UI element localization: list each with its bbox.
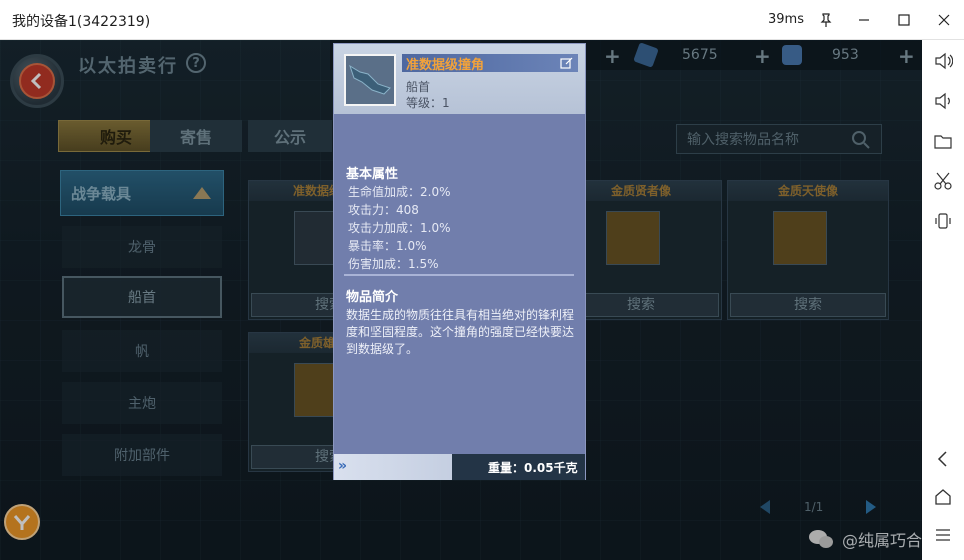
shake-button[interactable] (928, 206, 958, 236)
nav-back-button[interactable] (928, 444, 958, 474)
screenshot-button[interactable] (928, 166, 958, 196)
item-description-heading: 物品简介 (346, 290, 399, 305)
window-title: 我的设备1(3422319) (12, 14, 151, 30)
edit-icon[interactable] (560, 56, 574, 70)
maximize-icon (898, 14, 910, 26)
maximize-button[interactable] (888, 4, 920, 36)
home-icon (935, 489, 951, 505)
popup-item-type: 船首 (406, 80, 431, 94)
popup-item-title: 准数据级撞角 (406, 58, 485, 73)
item-detail-popup: 准数据级撞角 船首 等级：1 基本属性 生命值加成：2.0% 攻击力：408 攻… (333, 43, 586, 480)
nav-back-icon (937, 451, 947, 467)
popup-divider (344, 274, 574, 276)
popup-item-level: 等级：1 (406, 96, 450, 110)
stat-line: 暴击率：1.0% (348, 239, 427, 253)
folder-button[interactable] (928, 126, 958, 156)
stat-line: 生命值加成：2.0% (348, 185, 451, 199)
double-chevron-icon: » (338, 458, 348, 474)
close-button[interactable] (928, 4, 960, 36)
stat-line: 攻击力加成：1.0% (348, 221, 451, 235)
minimize-button[interactable] (848, 4, 880, 36)
ping-readout: 39ms (768, 12, 804, 27)
item-weight: 重量：0.05千克 (488, 461, 578, 475)
volume-down-icon (935, 92, 950, 110)
stat-line: 伤害加成：1.5% (348, 257, 439, 271)
pin-icon (820, 13, 832, 27)
folder-icon (934, 135, 952, 149)
volume-up-icon (935, 52, 953, 70)
nav-home-button[interactable] (928, 482, 958, 512)
nav-menu-button[interactable] (928, 520, 958, 550)
menu-icon (936, 529, 950, 541)
close-icon (938, 14, 950, 26)
ram-item-image (344, 54, 396, 106)
item-description: 数据生成的物质往往具有相当绝对的锋利程度和坚固程度。这个撞角的强度已经快要达到数… (346, 308, 575, 356)
volume-down-button[interactable] (928, 86, 958, 116)
emulator-side-panel (922, 40, 964, 560)
scissors-icon (934, 172, 952, 190)
pin-button[interactable] (810, 4, 842, 36)
basic-attributes-heading: 基本属性 (346, 167, 399, 182)
shake-phone-icon (935, 213, 951, 229)
stat-line: 攻击力：408 (348, 203, 419, 217)
minimize-icon (859, 19, 869, 21)
window-titlebar: 我的设备1(3422319) 39ms (0, 0, 964, 40)
volume-up-button[interactable] (928, 46, 958, 76)
